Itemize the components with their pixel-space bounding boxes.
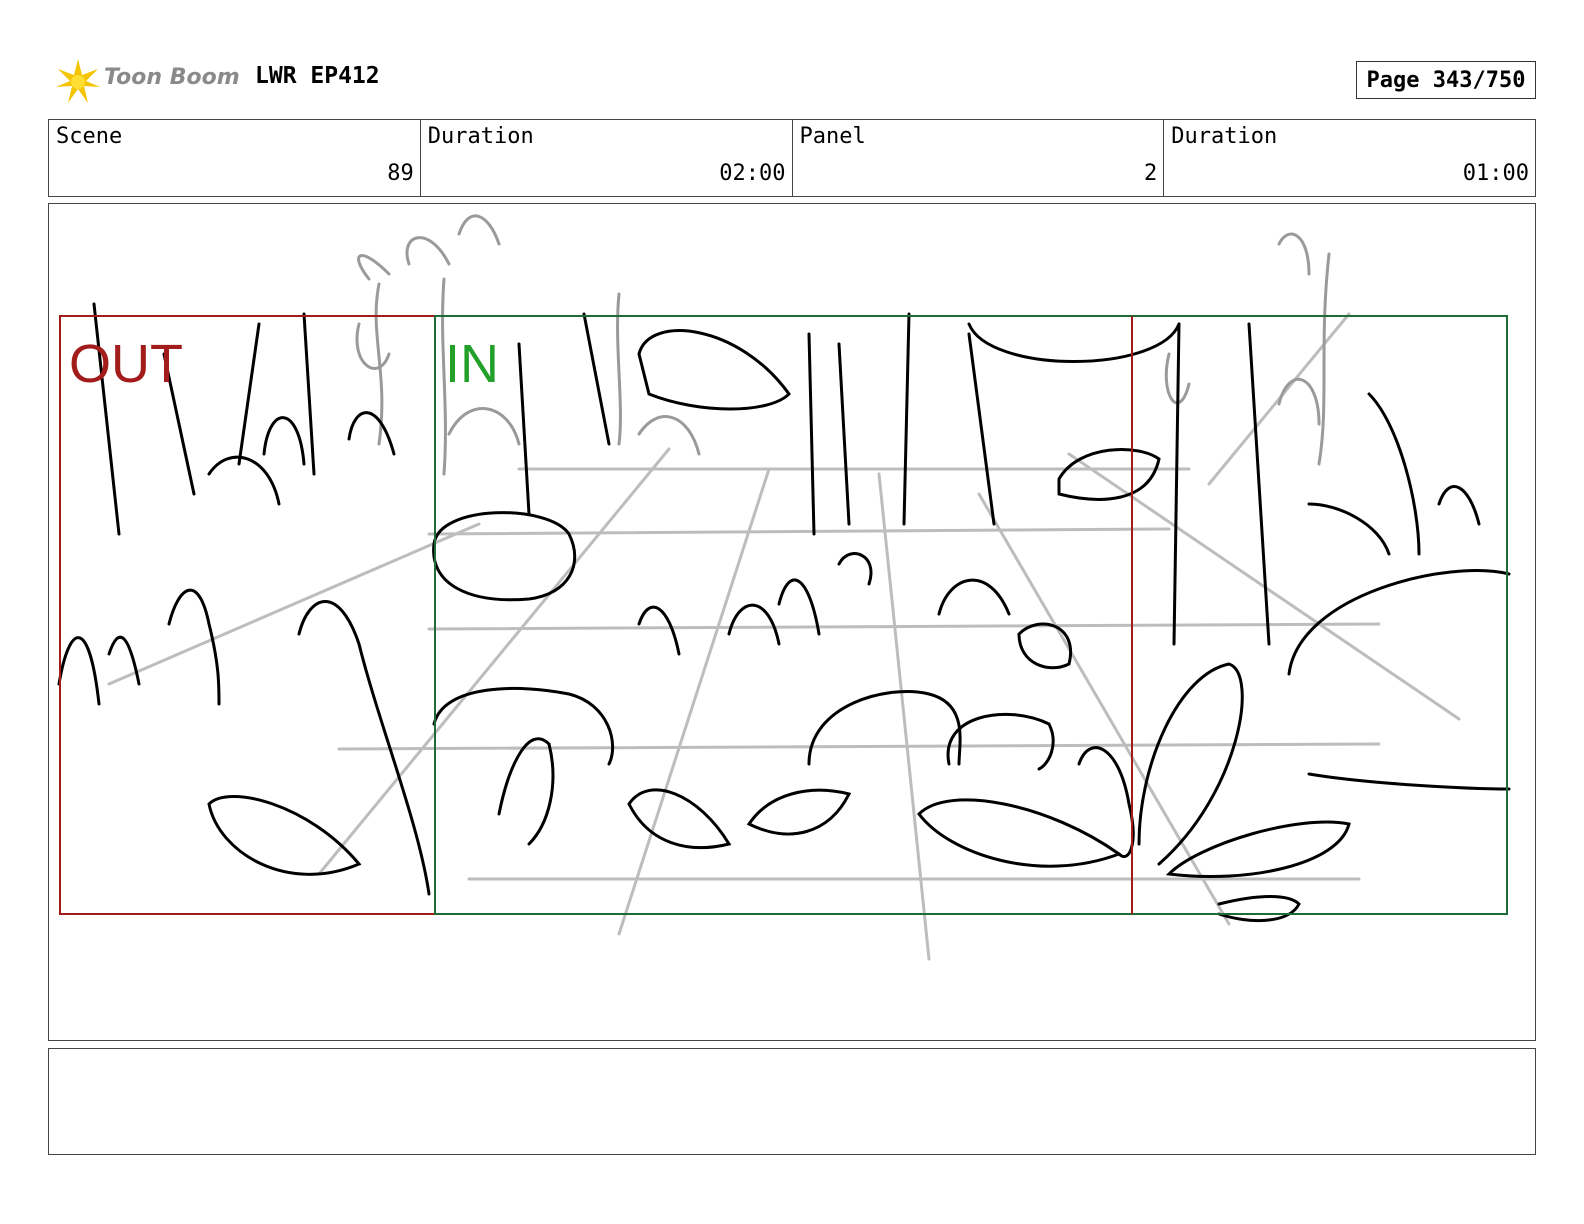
panel-drawing: OUT IN bbox=[57, 214, 1511, 961]
star-burst-icon bbox=[56, 59, 100, 103]
panel-duration-cell: Duration 01:00 bbox=[1164, 120, 1535, 196]
out-label: OUT bbox=[69, 334, 183, 394]
project-title: LWR EP412 bbox=[255, 63, 380, 89]
logo-wordmark: Toon Boom bbox=[104, 65, 240, 90]
page-number: Page 343/750 bbox=[1356, 61, 1536, 99]
in-label: IN bbox=[445, 334, 499, 394]
scene-cell: Scene 89 bbox=[49, 120, 421, 196]
out-frame: OUT bbox=[59, 315, 1133, 915]
panel-cell: Panel 2 bbox=[793, 120, 1165, 196]
scene-duration-value: 02:00 bbox=[719, 161, 786, 186]
toon-boom-logo: Toon Boom bbox=[52, 55, 242, 107]
notes-area bbox=[48, 1048, 1536, 1155]
scene-duration-label: Duration bbox=[427, 124, 534, 149]
panel-label: Panel bbox=[799, 124, 866, 149]
scene-info-table: Scene 89 Duration 02:00 Panel 2 Duration… bbox=[48, 119, 1536, 197]
storyboard-panel: OUT IN bbox=[48, 203, 1536, 1041]
scene-value: 89 bbox=[387, 161, 414, 186]
panel-duration-label: Duration bbox=[1171, 124, 1278, 149]
panel-value: 2 bbox=[1144, 161, 1158, 186]
scene-duration-cell: Duration 02:00 bbox=[421, 120, 793, 196]
panel-duration-value: 01:00 bbox=[1462, 161, 1529, 186]
scene-label: Scene bbox=[56, 124, 123, 149]
